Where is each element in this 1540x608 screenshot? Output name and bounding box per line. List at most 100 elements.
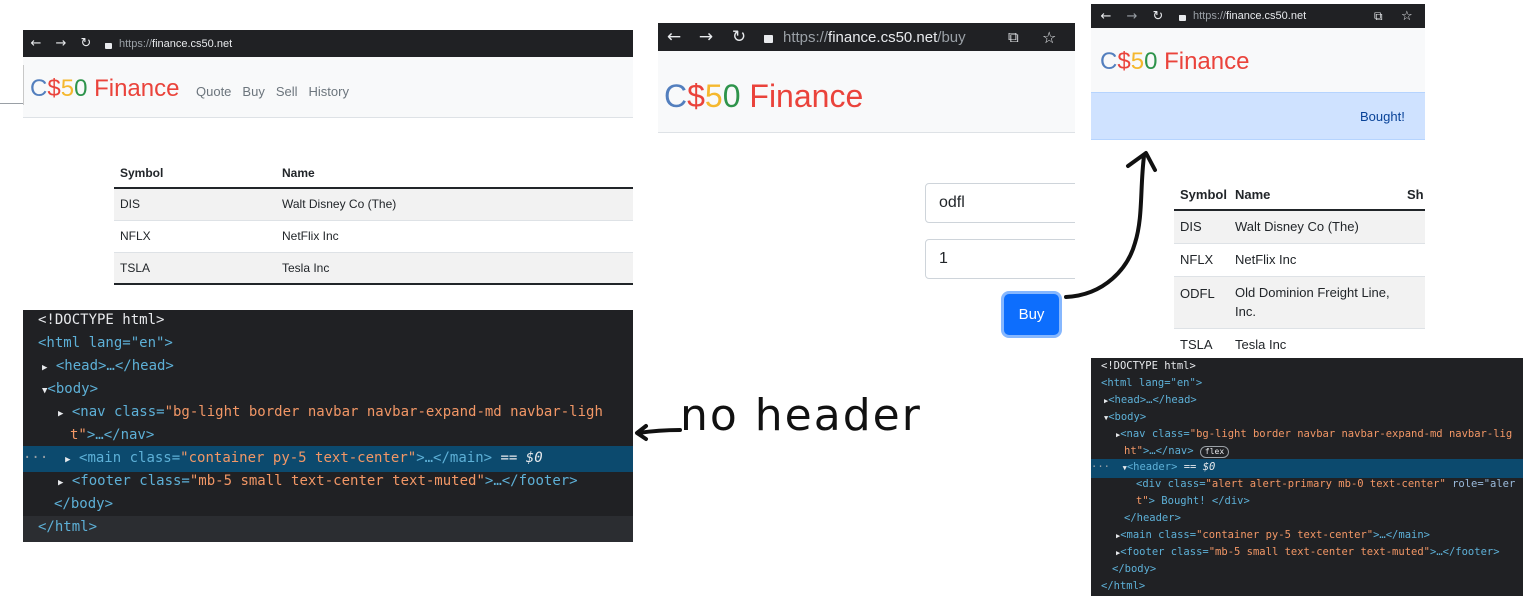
dom-line-main[interactable]: ▶<main class="container py-5 text-center… bbox=[1091, 529, 1523, 541]
dom-line-html-close[interactable]: </html> bbox=[1091, 578, 1523, 596]
body-close-tag: </body> bbox=[1112, 563, 1157, 575]
middle-browser-toolbar: ← → ↻ https://finance.cs50.net/buy ⧉ ☆ bbox=[658, 23, 1075, 51]
main-tag: <main class= bbox=[1120, 529, 1197, 541]
lock-icon bbox=[105, 42, 112, 49]
reload-icon[interactable]: ↻ bbox=[1143, 9, 1173, 24]
nav-tag: <nav class= bbox=[1120, 428, 1190, 440]
dom-line-body-close[interactable]: </body> bbox=[23, 496, 633, 512]
right-browser-window: ← → ↻ https://finance.cs50.net ⧉ ☆ C$50 … bbox=[1091, 4, 1425, 360]
table-row: TSLA Tesla Inc bbox=[1174, 328, 1425, 360]
cell-symbol: TSLA bbox=[1180, 337, 1213, 353]
forward-arrow-icon[interactable]: → bbox=[49, 36, 73, 51]
cell-symbol: ODFL bbox=[1180, 285, 1215, 301]
dom-line-body-close[interactable]: </body> bbox=[1091, 563, 1523, 575]
forward-arrow-icon[interactable]: → bbox=[690, 27, 722, 47]
reload-icon[interactable]: ↻ bbox=[73, 36, 99, 51]
brand-logo[interactable]: C$50 Finance bbox=[664, 78, 863, 115]
dom-line-html[interactable]: <html lang="en"> bbox=[23, 335, 633, 351]
star-icon[interactable]: ☆ bbox=[1042, 28, 1056, 47]
expand-triangle-icon[interactable]: ▶ bbox=[58, 478, 63, 488]
brand-five: 5 bbox=[704, 78, 723, 114]
body-open-tag: <body> bbox=[1108, 411, 1147, 423]
symbol-input[interactable]: odfl bbox=[925, 183, 1075, 223]
cell-name: Walt Disney Co (The) bbox=[282, 197, 397, 212]
portfolio-table: Symbol Name Sh DIS Walt Disney Co (The) … bbox=[1174, 180, 1425, 360]
expand-triangle-icon[interactable]: ▶ bbox=[58, 409, 63, 419]
dom-line-alert-div-cont: t"> Bought! </div> bbox=[1091, 495, 1523, 507]
dom-line-footer[interactable]: ▶ <footer class="mb-5 small text-center … bbox=[23, 473, 633, 489]
nav-sell[interactable]: Sell bbox=[276, 84, 298, 99]
dom-line-body[interactable]: ▼<body> bbox=[23, 381, 633, 397]
divider-line bbox=[0, 103, 23, 104]
dom-line-body[interactable]: ▼<body> bbox=[1091, 411, 1523, 423]
header-symbol: Symbol bbox=[120, 165, 164, 180]
url-path: /buy bbox=[937, 28, 966, 46]
cell-name: Walt Disney Co (The) bbox=[1235, 219, 1359, 235]
html-close-tag: </html> bbox=[1101, 580, 1146, 592]
url-host: finance.cs50.net bbox=[828, 28, 938, 46]
address-bar[interactable]: https://finance.cs50.net bbox=[105, 38, 232, 50]
nav-tag: <nav class= bbox=[71, 404, 165, 420]
left-devtools-elements: <!DOCTYPE html> <html lang="en"> ▶ <head… bbox=[23, 310, 633, 542]
more-dots-icon[interactable]: ··· bbox=[1091, 461, 1123, 473]
nav-history[interactable]: History bbox=[309, 84, 349, 99]
url-scheme: https:// bbox=[783, 28, 829, 46]
cell-symbol: NFLX bbox=[120, 229, 151, 243]
brand-zero: 0 bbox=[722, 78, 741, 114]
table-row: ODFL Old Dominion Freight Line, Inc. bbox=[1174, 276, 1425, 328]
dom-line-nav[interactable]: ▶ <nav class="bg-light border navbar nav… bbox=[23, 404, 633, 420]
star-icon[interactable]: ☆ bbox=[1401, 9, 1413, 24]
share-icon[interactable]: ⧉ bbox=[1374, 9, 1383, 24]
share-icon[interactable]: ⧉ bbox=[1008, 28, 1019, 46]
expand-triangle-icon[interactable]: ▶ bbox=[42, 363, 47, 373]
url-scheme: https:// bbox=[1193, 10, 1227, 22]
forward-arrow-icon[interactable]: → bbox=[1121, 9, 1143, 24]
url-host: finance.cs50.net bbox=[1226, 10, 1307, 22]
brand-logo[interactable]: C$50 Finance bbox=[30, 75, 179, 103]
dom-line-head[interactable]: ▶ <head>…</head> bbox=[23, 358, 633, 374]
table-row: DIS Walt Disney Co (The) bbox=[1174, 210, 1425, 243]
expand-triangle-icon[interactable]: ▶ bbox=[65, 455, 70, 465]
left-navbar: C$50 Finance Quote Buy Sell History bbox=[23, 57, 633, 118]
brand-finance: Finance bbox=[1164, 48, 1250, 75]
more-dots-icon[interactable]: ··· bbox=[23, 450, 57, 466]
lock-icon bbox=[1179, 15, 1186, 21]
dom-line-header-close[interactable]: </header> bbox=[1091, 512, 1523, 524]
address-bar[interactable]: https://finance.cs50.net/buy bbox=[764, 29, 966, 46]
back-arrow-icon[interactable]: ← bbox=[23, 36, 49, 51]
dom-line-nav[interactable]: ▶<nav class="bg-light border navbar navb… bbox=[1091, 428, 1523, 440]
reload-icon[interactable]: ↻ bbox=[722, 27, 756, 47]
nav-quote[interactable]: Quote bbox=[196, 84, 231, 99]
dom-line-header-selected[interactable]: ··· ▼<header> == $0 bbox=[1091, 459, 1523, 478]
dom-line-main-selected[interactable]: ··· ▶ <main class="container py-5 text-c… bbox=[23, 446, 633, 472]
head-tag: <head>…</head> bbox=[1108, 394, 1197, 406]
address-bar[interactable]: https://finance.cs50.net bbox=[1179, 10, 1306, 22]
dom-line-footer[interactable]: ▶<footer class="mb-5 small text-center t… bbox=[1091, 546, 1523, 558]
header-symbol: Symbol bbox=[1180, 187, 1227, 202]
flex-badge[interactable]: flex bbox=[1199, 446, 1230, 458]
nav-links: Quote Buy Sell History bbox=[196, 84, 360, 99]
html-open-tag: <html lang="en"> bbox=[38, 335, 173, 351]
left-browser-window: ← → ↻ https://finance.cs50.net C$50 Fina… bbox=[23, 30, 633, 292]
buy-button[interactable]: Buy bbox=[1004, 294, 1059, 335]
back-arrow-icon[interactable]: ← bbox=[658, 27, 690, 47]
nav-buy[interactable]: Buy bbox=[242, 84, 264, 99]
back-arrow-icon[interactable]: ← bbox=[1091, 9, 1121, 24]
cell-name: NetFlix Inc bbox=[1235, 252, 1297, 267]
shares-input[interactable]: 1 bbox=[925, 239, 1075, 279]
footer-class-value: "mb-5 small text-center text-muted" bbox=[189, 473, 485, 489]
dom-line-head[interactable]: ▶<head>…</head> bbox=[1091, 394, 1523, 406]
dom-line-html[interactable]: <html lang="en"> bbox=[1091, 377, 1523, 389]
dom-line-alert-div[interactable]: <div class="alert alert-primary mb-0 tex… bbox=[1091, 478, 1523, 490]
url-host: finance.cs50.net bbox=[152, 37, 233, 50]
doctype-text: <!DOCTYPE html> bbox=[38, 312, 165, 328]
brand-dollar: $ bbox=[47, 75, 61, 102]
brand-five: 5 bbox=[60, 75, 75, 102]
main-end-tag: >…</main> bbox=[416, 450, 493, 466]
brand-c: C bbox=[664, 78, 688, 114]
brand-logo[interactable]: C$50 Finance bbox=[1100, 48, 1249, 76]
footer-end-tag: >…</footer> bbox=[484, 473, 578, 489]
doctype-text: <!DOCTYPE html> bbox=[1101, 360, 1196, 372]
nav-class-value: "bg-light border navbar navbar-expand-md… bbox=[1189, 428, 1513, 440]
dom-line-html-close[interactable]: </html> bbox=[23, 516, 633, 542]
